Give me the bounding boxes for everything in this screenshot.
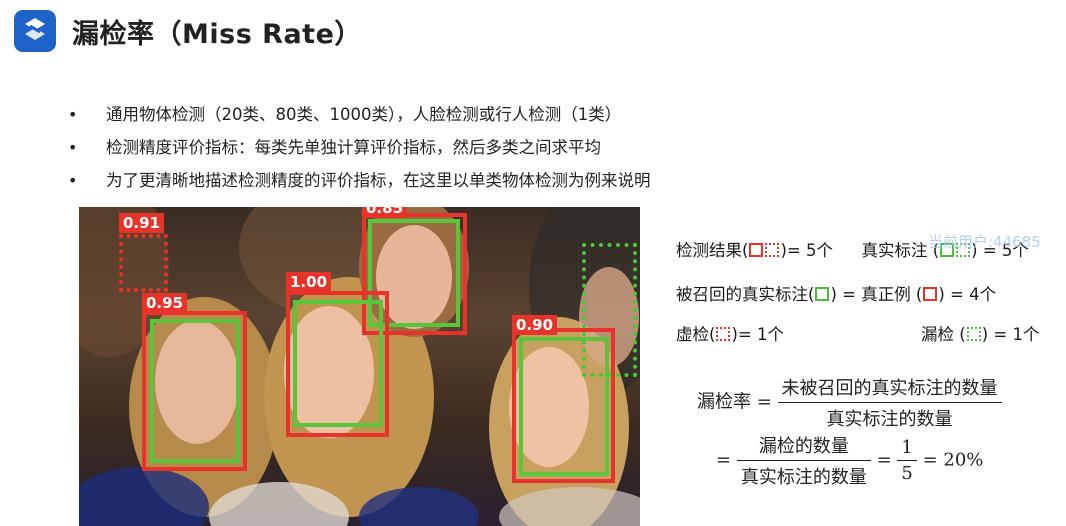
- formula-denominator: 真实标注的数量: [740, 467, 867, 488]
- score-label: 0.95: [142, 293, 188, 313]
- stat-text: )= 5个: [780, 241, 833, 260]
- bullet-item: 通用物体检测（20类、80类、1000类），人脸检测或行人检测（1类）: [68, 104, 651, 137]
- score-label: 0.85: [362, 207, 408, 218]
- ground-truth-box: [293, 300, 383, 427]
- missed-ground-truth-box: [582, 243, 637, 377]
- detection-example-photo: 0.91 0.95 0.85 1.00 0.90: [79, 207, 640, 526]
- formula-fraction: 未被召回的真实标注的数量 真实标注的数量: [777, 374, 1002, 431]
- bullet-list: 通用物体检测（20类、80类、1000类），人脸检测或行人检测（1类） 检测精度…: [68, 104, 651, 203]
- formula-numerator: 未被召回的真实标注的数量: [777, 374, 1002, 403]
- formula-equals: =: [716, 449, 732, 471]
- page-title: 漏检率（Miss Rate）: [72, 19, 362, 50]
- bullet-item: 为了更清晰地描述检测精度的评价指标，在这里以单类物体检测为例来说明: [68, 170, 651, 203]
- stat-text: ) = 真正例 (: [830, 285, 923, 304]
- detection-symbol-icon: [923, 287, 938, 301]
- false-positive-symbol-icon: [765, 243, 780, 257]
- false-positive-box: [119, 234, 168, 292]
- score-label: 0.90: [512, 315, 558, 335]
- formula-numerator: 漏检的数量: [736, 432, 871, 461]
- formula-denominator: 真实标注的数量: [826, 409, 953, 430]
- stat-text: ) = 4个: [938, 285, 997, 304]
- formula-fraction: 漏检的数量 真实标注的数量: [736, 432, 871, 489]
- stat-text: ) = 1个: [981, 325, 1040, 344]
- formula-lhs: 漏检率 =: [697, 391, 772, 413]
- formula-fraction: 1 5: [897, 437, 917, 484]
- stats-line-2: 被召回的真实标注( ) = 真正例 ( ) = 4个: [676, 281, 996, 305]
- stat-text: 漏检 (: [921, 325, 966, 344]
- miss-rate-formula-line-1: 漏检率 = 未被召回的真实标注的数量 真实标注的数量: [697, 374, 1002, 431]
- bullet-item: 检测精度评价指标：每类先单独计算评价指标，然后多类之间求平均: [68, 137, 651, 170]
- watermark: 当前用户:44685: [928, 233, 1041, 251]
- stats-line-3-right: 漏检 ( ) = 1个: [921, 321, 1039, 345]
- formula-equals: =: [876, 449, 892, 471]
- detection-symbol-icon: [749, 243, 764, 257]
- formula-numerator: 1: [897, 437, 917, 461]
- formula-denominator: 5: [901, 463, 913, 484]
- ground-truth-symbol-icon: [815, 287, 830, 301]
- logo-icon: [14, 10, 56, 52]
- s-logo-icon: [25, 18, 45, 40]
- stat-text: 被召回的真实标注(: [676, 285, 815, 304]
- stats-line-3: 虚检( )= 1个: [676, 321, 784, 345]
- ground-truth-box: [150, 319, 240, 463]
- formula-result: = 20%: [922, 449, 984, 471]
- missed-symbol-icon: [966, 327, 981, 341]
- score-label: 1.00: [286, 272, 332, 292]
- stat-text: 虚检(: [676, 325, 716, 344]
- score-label: 0.91: [119, 213, 165, 233]
- stat-text: 检测结果(: [676, 241, 749, 260]
- miss-rate-formula-line-2: = 漏检的数量 真实标注的数量 = 1 5 = 20%: [716, 432, 983, 489]
- stat-text: )= 1个: [731, 325, 784, 344]
- false-positive-symbol-icon: [716, 327, 731, 341]
